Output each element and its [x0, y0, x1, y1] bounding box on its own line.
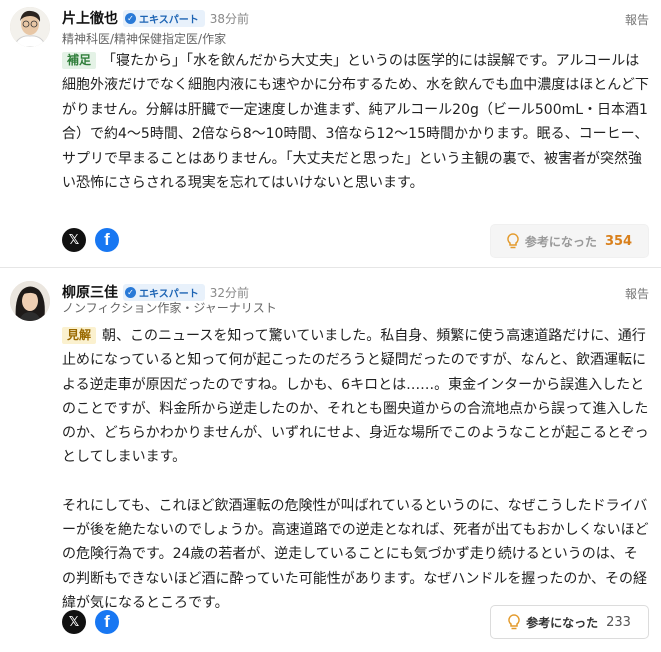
helpful-count: 233 [606, 614, 631, 630]
expert-comment: 柳原三佳 ✓ エキスパート 32分前 ノンフィクション作家・ジャーナリスト 報告 … [0, 268, 661, 652]
comment-header: 片上徹也 ✓ エキスパート 38分前 [62, 9, 249, 27]
author-profession: 精神科医/精神保健指定医/作家 [62, 32, 227, 46]
comment-text: 朝、このニュースを知って驚いていました。私自身、頻繁に使う高速道路だけに、通行止… [62, 328, 649, 466]
share-buttons: 𝕏 f [62, 610, 128, 634]
lightbulb-icon [507, 232, 519, 248]
share-x-button[interactable]: 𝕏 [62, 228, 86, 252]
comment-paragraph: 補足 「寝たから」「水を飲んだから大丈夫」というのは医学的には誤解です。アルコール… [62, 49, 650, 195]
helpful-count: 354 [604, 233, 633, 249]
lightbulb-icon [508, 613, 520, 629]
helpful-label: 参考になった [526, 615, 599, 630]
expert-badge-label: エキスパート [139, 288, 199, 300]
share-facebook-button[interactable]: f [95, 228, 119, 252]
avatar[interactable] [10, 7, 50, 47]
check-icon: ✓ [125, 12, 136, 24]
author-name[interactable]: 片上徹也 [62, 8, 118, 28]
timestamp: 38分前 [209, 11, 249, 26]
expert-badge-label: エキスパート [139, 14, 199, 26]
author-profession: ノンフィクション作家・ジャーナリスト [62, 301, 277, 315]
timestamp: 32分前 [209, 285, 249, 300]
expert-badge: ✓ エキスパート [123, 283, 205, 301]
x-icon: 𝕏 [68, 232, 80, 248]
avatar[interactable] [10, 281, 50, 321]
comment-body: 見解 朝、このニュースを知って驚いていました。私自身、頻繁に使う高速道路だけに、通… [62, 324, 650, 615]
comment-type-tag: 補足 [62, 52, 97, 69]
facebook-icon: f [104, 612, 110, 631]
comment-paragraph: 見解 朝、このニュースを知って驚いていました。私自身、頻繁に使う高速道路だけに、通… [62, 324, 650, 470]
share-x-button[interactable]: 𝕏 [62, 610, 86, 634]
report-link[interactable]: 報告 [625, 11, 649, 28]
comment-paragraph: それにしても、これほど飲酒運転の危険性が叫ばれているというのに、なぜこうしたドラ… [62, 494, 650, 615]
helpful-button[interactable]: 参考になった 233 [490, 605, 649, 639]
check-icon: ✓ [125, 286, 136, 298]
helpful-button[interactable]: 参考になった 354 [490, 224, 649, 258]
share-facebook-button[interactable]: f [95, 610, 119, 634]
helpful-label: 参考になった [524, 234, 597, 249]
comment-body: 補足 「寝たから」「水を飲んだから大丈夫」というのは医学的には誤解です。アルコール… [62, 49, 650, 195]
share-buttons: 𝕏 f [62, 228, 128, 252]
report-link[interactable]: 報告 [625, 285, 649, 302]
x-icon: 𝕏 [68, 614, 80, 630]
expert-comment: 片上徹也 ✓ エキスパート 38分前 精神科医/精神保健指定医/作家 報告 補足「… [0, 0, 661, 268]
expert-badge: ✓ エキスパート [123, 9, 205, 27]
facebook-icon: f [104, 230, 110, 249]
comment-text: それにしても、これほど飲酒運転の危険性が叫ばれているというのに、なぜこうしたドラ… [62, 497, 649, 611]
comment-type-tag: 見解 [62, 327, 97, 344]
comment-text: 「寝たから」「水を飲んだから大丈夫」というのは医学的には誤解です。アルコールは細… [62, 53, 649, 192]
